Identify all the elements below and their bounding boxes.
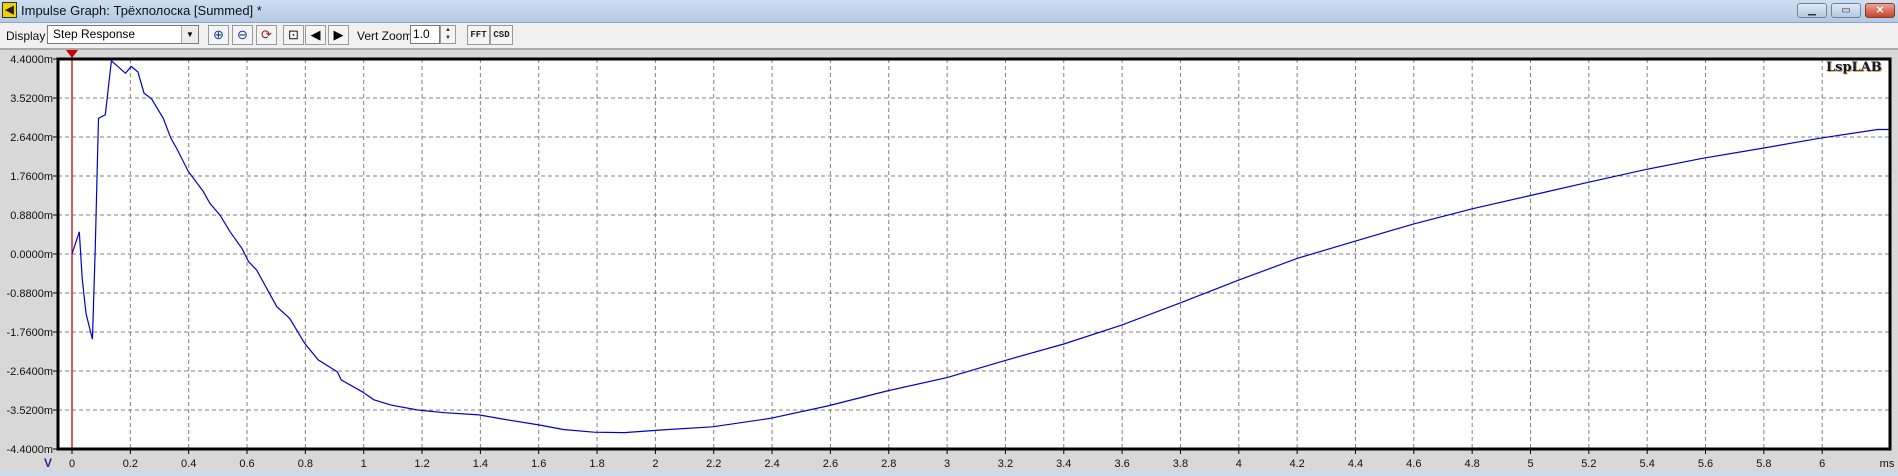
arrow-left-icon: ◀ — [310, 27, 321, 42]
zoom-fit-button[interactable]: ⊡ — [283, 25, 304, 45]
spin-down-icon[interactable]: ▼ — [441, 34, 455, 42]
x-tick-label: 5.2 — [1581, 458, 1596, 470]
x-tick-label: 2.2 — [706, 458, 721, 470]
scroll-right-button[interactable]: ▶ — [328, 25, 349, 45]
display-label: Display — [6, 29, 46, 43]
x-tick-label: 0 — [69, 458, 75, 470]
x-tick-label: 5.4 — [1640, 458, 1655, 470]
window-border — [0, 472, 1898, 476]
scroll-left-button[interactable]: ◀ — [305, 25, 326, 45]
x-tick-label: 1 — [361, 458, 367, 470]
y-tick-label: -2.6400m — [7, 366, 53, 378]
y-tick-label: -4.4000m — [7, 444, 53, 456]
title-bar: ◀ Impulse Graph: Трёхполоска [Summed] * … — [0, 0, 1898, 23]
minimize-button[interactable]: ▁ — [1797, 3, 1827, 18]
x-tick-label: 3.8 — [1173, 458, 1188, 470]
spin-up-icon[interactable]: ▲ — [441, 26, 455, 34]
y-tick-label: 0.8800m — [10, 210, 53, 222]
zoom-in-icon: ⊕ — [213, 27, 224, 42]
x-tick-label: 5.6 — [1698, 458, 1713, 470]
x-tick-label: 2.8 — [881, 458, 896, 470]
y-tick-label: 2.6400m — [10, 132, 53, 144]
x-tick-label: 4.8 — [1465, 458, 1480, 470]
zoom-out-button[interactable]: ⊖ — [232, 25, 253, 45]
maximize-icon: ▭ — [1841, 5, 1851, 16]
y-tick-label: -3.5200m — [7, 405, 53, 417]
close-button[interactable]: ✕ — [1865, 3, 1895, 18]
zoom-in-button[interactable]: ⊕ — [208, 25, 229, 45]
y-tick-label: -0.8800m — [7, 288, 53, 300]
display-select[interactable]: Step Response ▼ — [47, 25, 199, 44]
x-tick-label: 0.6 — [239, 458, 254, 470]
y-tick-label: 1.7600m — [10, 171, 53, 183]
y-tick-label: 0.0000m — [10, 249, 53, 261]
close-icon: ✕ — [1875, 5, 1885, 16]
arrow-right-icon: ▶ — [333, 27, 344, 42]
maximize-button[interactable]: ▭ — [1831, 3, 1861, 18]
lsplab-logo: LspLAB — [1826, 60, 1882, 75]
graph-area[interactable]: 4.4000m 3.5200m 2.6400m 1.7600m 0.8800m 0.000… — [0, 50, 1898, 472]
fft-button[interactable]: FFT — [467, 25, 490, 45]
x-tick-label: 1.4 — [473, 458, 488, 470]
y-axis-unit-label: V — [44, 456, 52, 470]
x-tick-label: 4.4 — [1348, 458, 1363, 470]
window-title: Impulse Graph: Трёхполоска [Summed] * — [21, 3, 262, 18]
x-axis-unit-label: ms — [1880, 458, 1895, 470]
x-tick-label: 0.2 — [123, 458, 138, 470]
x-tick-label: 1.6 — [531, 458, 546, 470]
x-tick-label: 4.2 — [1289, 458, 1304, 470]
x-tick-label: 3.4 — [1056, 458, 1071, 470]
chevron-down-icon[interactable]: ▼ — [181, 26, 198, 43]
x-tick-label: 5.8 — [1756, 458, 1771, 470]
x-tick-label: 2 — [652, 458, 658, 470]
x-tick-label: 2.4 — [764, 458, 779, 470]
x-tick-label: 0.4 — [181, 458, 196, 470]
zoom-reset-icon: ⟳ — [261, 27, 272, 42]
time-marker-handle[interactable] — [66, 50, 78, 58]
zoom-out-icon: ⊖ — [237, 27, 248, 42]
zoom-reset-button[interactable]: ⟳ — [256, 25, 277, 45]
csd-button[interactable]: CSD — [490, 25, 513, 45]
y-tick-label: 3.5200m — [10, 93, 53, 105]
x-tick-label: 3.2 — [998, 458, 1013, 470]
display-select-value: Step Response — [53, 27, 136, 41]
minimize-icon: ▁ — [1808, 5, 1816, 16]
x-tick-label: 1.8 — [589, 458, 604, 470]
vert-zoom-spinner[interactable]: ▲ ▼ — [440, 25, 456, 44]
app-icon: ◀ — [2, 2, 17, 18]
y-tick-label: 4.4000m — [10, 54, 53, 66]
x-tick-label: 3.6 — [1114, 458, 1129, 470]
x-tick-label: 3 — [944, 458, 950, 470]
vert-zoom-input[interactable]: 1.0 — [410, 25, 440, 44]
x-tick-label: 4.6 — [1406, 458, 1421, 470]
x-tick-label: 4 — [1236, 458, 1242, 470]
x-tick-label: 2.6 — [823, 458, 838, 470]
x-tick-label: 1.2 — [414, 458, 429, 470]
y-tick-label: -1.7600m — [7, 327, 53, 339]
vert-zoom-label: Vert Zoom — [357, 29, 413, 43]
x-tick-label: 0.8 — [298, 458, 313, 470]
toolbar: Display Step Response ▼ ⊕ ⊖ ⟳ ⊡ ◀ ▶ Vert… — [0, 23, 1898, 50]
step-response-chart[interactable]: 4.4000m 3.5200m 2.6400m 1.7600m 0.8800m 0.000… — [0, 50, 1898, 472]
zoom-fit-icon: ⊡ — [288, 27, 299, 42]
x-tick-label: 5 — [1527, 458, 1533, 470]
x-tick-label: 6 — [1819, 458, 1825, 470]
